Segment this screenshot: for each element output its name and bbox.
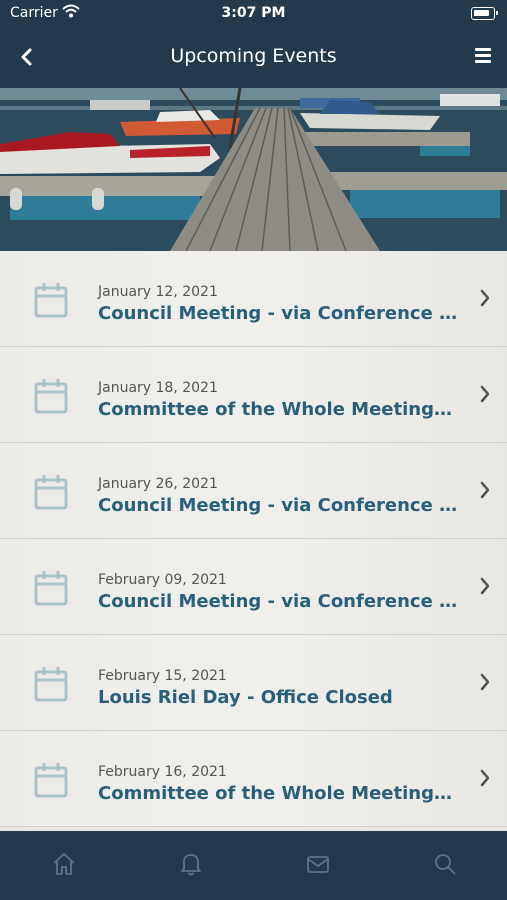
event-date: February 16, 2021 bbox=[98, 764, 227, 780]
chevron-right-icon bbox=[480, 385, 490, 403]
event-date: February 09, 2021 bbox=[98, 572, 227, 588]
hero-image bbox=[0, 88, 507, 251]
chevron-right-icon bbox=[480, 577, 490, 595]
event-title: Council Meeting - via Conference Call bbox=[98, 495, 458, 516]
calendar-icon bbox=[34, 379, 68, 414]
event-row[interactable]: February 09, 2021 Council Meeting - via … bbox=[0, 539, 507, 635]
calendar-icon bbox=[34, 283, 68, 318]
search-icon[interactable] bbox=[432, 851, 458, 877]
chevron-right-icon bbox=[480, 481, 490, 499]
calendar-icon bbox=[34, 667, 68, 702]
event-date: January 12, 2021 bbox=[98, 284, 218, 300]
event-title: Council Meeting - via Conference Call bbox=[98, 591, 458, 612]
calendar-icon bbox=[34, 475, 68, 510]
tab-bar bbox=[0, 831, 507, 900]
clock: 3:07 PM bbox=[221, 5, 286, 21]
calendar-icon bbox=[34, 571, 68, 606]
status-bar: Carrier 3:07 PM bbox=[0, 0, 507, 28]
event-row[interactable]: January 26, 2021 Council Meeting - via C… bbox=[0, 443, 507, 539]
bell-icon[interactable] bbox=[178, 851, 204, 877]
chevron-right-icon bbox=[480, 769, 490, 787]
event-row[interactable]: January 18, 2021 Committee of the Whole … bbox=[0, 347, 507, 443]
event-title: Louis Riel Day - Office Closed bbox=[98, 687, 393, 708]
navigation-bar: Upcoming Events bbox=[0, 28, 507, 88]
event-title: Council Meeting - via Conference Call bbox=[98, 303, 458, 324]
event-date: February 15, 2021 bbox=[98, 668, 227, 684]
home-icon[interactable] bbox=[51, 851, 77, 877]
chevron-right-icon bbox=[480, 289, 490, 307]
event-list: January 12, 2021 Council Meeting - via C… bbox=[0, 251, 507, 831]
hamburger-menu-icon[interactable] bbox=[475, 48, 491, 63]
battery-icon bbox=[471, 7, 498, 20]
event-date: January 26, 2021 bbox=[98, 476, 218, 492]
event-title: Committee of the Whole Meeting - via ... bbox=[98, 399, 458, 420]
marina-dock-illustration bbox=[0, 88, 507, 251]
event-row[interactable]: January 12, 2021 Council Meeting - via C… bbox=[0, 251, 507, 347]
chevron-right-icon bbox=[480, 673, 490, 691]
calendar-icon bbox=[34, 763, 68, 798]
page-title: Upcoming Events bbox=[170, 45, 337, 67]
event-date: January 18, 2021 bbox=[98, 380, 218, 396]
event-row[interactable]: February 15, 2021 Louis Riel Day - Offic… bbox=[0, 635, 507, 731]
event-title: Committee of the Whole Meeting - via ... bbox=[98, 783, 458, 804]
mail-icon[interactable] bbox=[305, 851, 331, 877]
event-row[interactable]: February 16, 2021 Committee of the Whole… bbox=[0, 731, 507, 827]
